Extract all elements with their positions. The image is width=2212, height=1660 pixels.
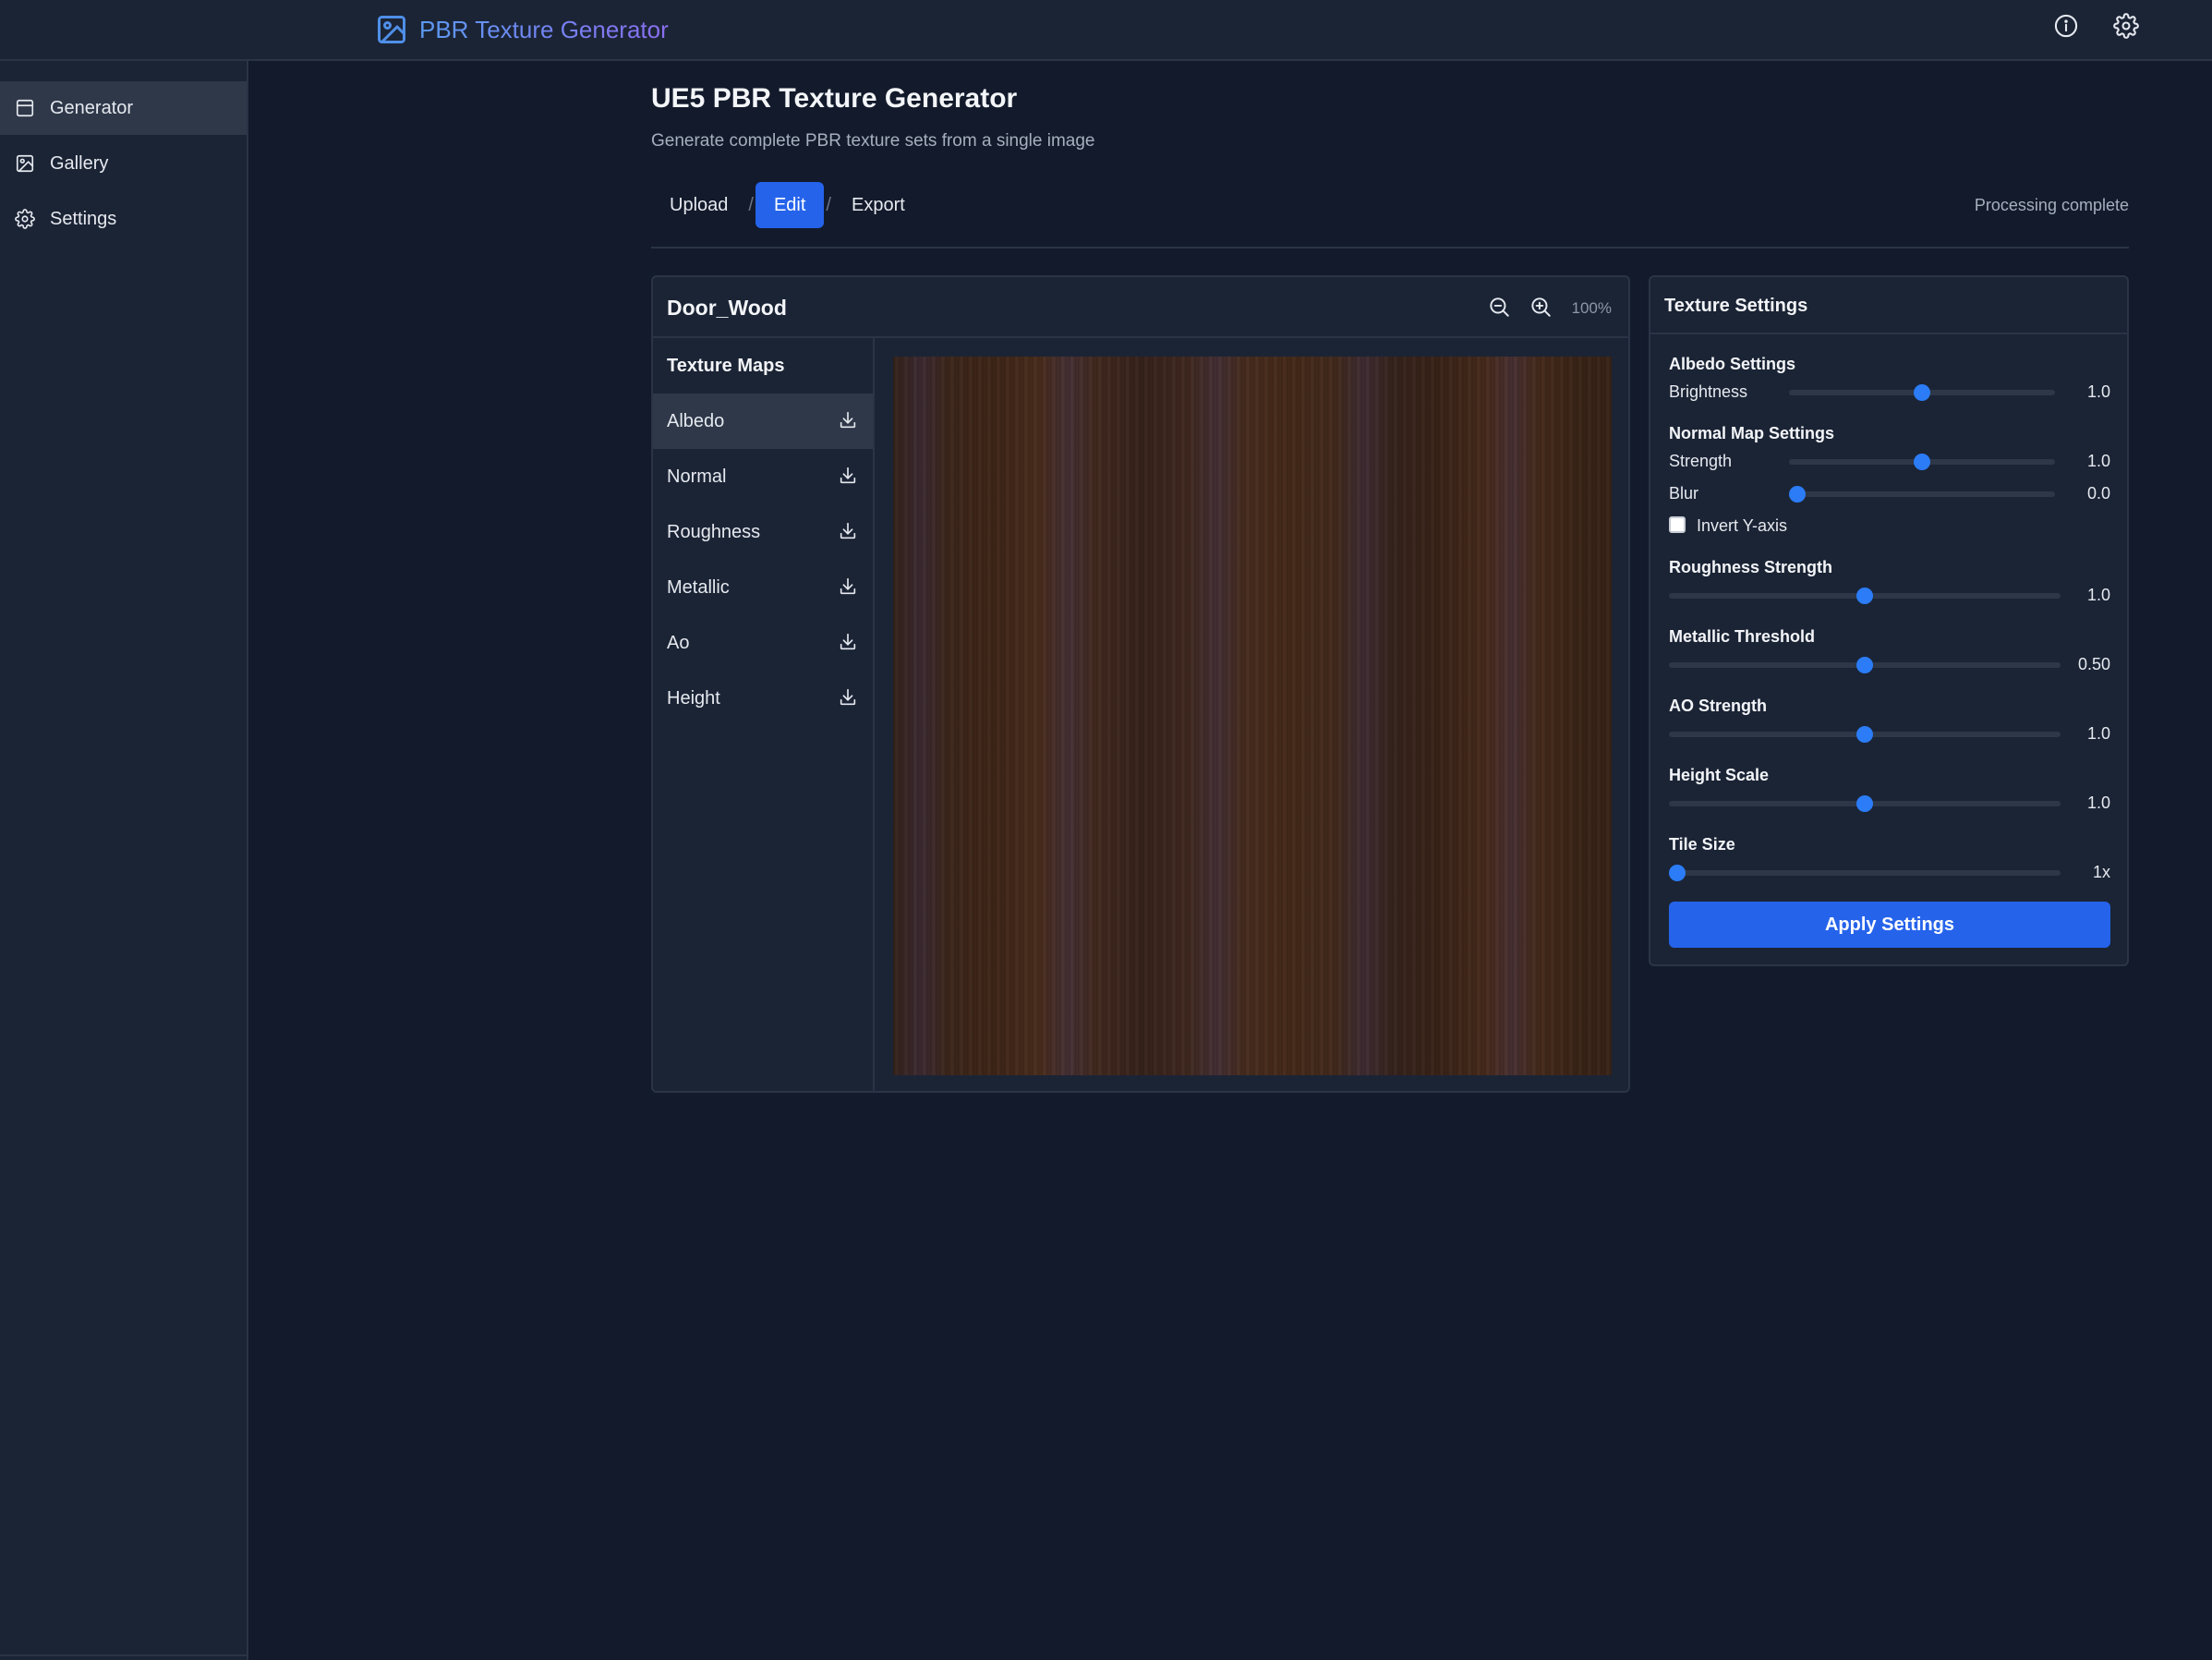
strength-label: Strength xyxy=(1669,452,1733,470)
download-icon[interactable] xyxy=(838,410,858,430)
normal-strength-value: 1.0 xyxy=(2086,452,2110,470)
step-separator: / xyxy=(826,194,831,215)
app-title: PBR Texture Generator xyxy=(419,15,669,43)
map-item-label: Normal xyxy=(667,466,727,487)
step-breadcrumb: Upload / Edit / Export xyxy=(651,182,924,228)
height-slider[interactable] xyxy=(1669,795,2061,812)
slider-thumb[interactable] xyxy=(1789,486,1806,503)
blur-slider[interactable] xyxy=(1789,486,2055,503)
gear-icon[interactable] xyxy=(2113,13,2139,39)
blur-label: Blur xyxy=(1669,484,1699,503)
layout-icon xyxy=(16,99,34,117)
slider-thumb[interactable] xyxy=(1856,795,1873,812)
map-item-ao[interactable]: Ao xyxy=(653,615,873,671)
apply-settings-button[interactable]: Apply Settings xyxy=(1669,902,2110,948)
sidebar-item-gallery[interactable]: Gallery xyxy=(0,137,247,190)
section-divider xyxy=(651,247,2129,248)
brightness-slider[interactable] xyxy=(1789,384,2055,401)
slider-thumb[interactable] xyxy=(1914,384,1930,401)
texture-settings-panel: Texture Settings Albedo Settings Brightn… xyxy=(1649,275,2129,966)
brightness-value: 1.0 xyxy=(2086,382,2110,401)
tile-size-value: 1x xyxy=(2092,863,2110,881)
slider-thumb[interactable] xyxy=(1856,588,1873,604)
zoom-level: 100% xyxy=(1571,299,1612,317)
slider-thumb[interactable] xyxy=(1914,454,1930,470)
slider-thumb[interactable] xyxy=(1856,657,1873,673)
image-icon xyxy=(16,154,34,173)
height-heading: Height Scale xyxy=(1669,766,1770,784)
top-bar: PBR Texture Generator xyxy=(0,0,2212,61)
sidebar-item-label: Gallery xyxy=(50,152,109,174)
viewer-header: Door_Wood 100% xyxy=(653,277,1628,338)
page-title: UE5 PBR Texture Generator xyxy=(651,83,1018,114)
roughness-slider[interactable] xyxy=(1669,588,2061,604)
map-item-label: Ao xyxy=(667,632,690,653)
map-item-label: Height xyxy=(667,687,720,709)
zoom-in-icon[interactable] xyxy=(1529,295,1554,321)
maps-heading: Texture Maps xyxy=(667,356,785,376)
settings-title: Texture Settings xyxy=(1664,296,1808,316)
brightness-label: Brightness xyxy=(1669,382,1748,401)
sidebar-item-generator[interactable]: Generator xyxy=(0,81,247,135)
ao-value: 1.0 xyxy=(2086,724,2110,743)
download-icon[interactable] xyxy=(838,466,858,486)
step-separator: / xyxy=(748,194,754,215)
sidebar-item-label: Settings xyxy=(50,208,117,229)
download-icon[interactable] xyxy=(838,687,858,708)
status-text: Processing complete xyxy=(1974,196,2129,214)
map-item-label: Albedo xyxy=(667,410,725,431)
slider-thumb[interactable] xyxy=(1669,865,1686,881)
metallic-slider[interactable] xyxy=(1669,657,2061,673)
sidebar-item-label: Generator xyxy=(50,97,134,118)
texture-viewer: Door_Wood 100% Texture Maps Albedo Norma… xyxy=(651,275,1630,1093)
normal-settings-heading: Normal Map Settings xyxy=(1669,424,1835,442)
sidebar-item-settings[interactable]: Settings xyxy=(0,192,247,246)
map-item-normal[interactable]: Normal xyxy=(653,449,873,504)
step-upload[interactable]: Upload xyxy=(651,182,746,228)
map-item-label: Roughness xyxy=(667,521,761,542)
tile-size-heading: Tile Size xyxy=(1669,835,1735,854)
download-icon[interactable] xyxy=(838,576,858,597)
roughness-value: 1.0 xyxy=(2086,586,2110,604)
normal-strength-slider[interactable] xyxy=(1789,454,2055,470)
image-icon xyxy=(375,13,408,46)
page-subtitle: Generate complete PBR texture sets from … xyxy=(651,131,1095,151)
slider-thumb[interactable] xyxy=(1856,726,1873,743)
sidebar: Generator Gallery Settings xyxy=(0,61,248,1660)
map-item-roughness[interactable]: Roughness xyxy=(653,504,873,560)
gear-icon xyxy=(15,209,35,229)
step-export[interactable]: Export xyxy=(833,182,924,228)
map-item-height[interactable]: Height xyxy=(653,671,873,726)
settings-header: Texture Settings xyxy=(1650,277,2127,334)
brand[interactable]: PBR Texture Generator xyxy=(375,11,669,48)
tile-size-slider[interactable] xyxy=(1669,865,2061,881)
invert-y-checkbox[interactable] xyxy=(1669,516,1686,533)
map-item-label: Metallic xyxy=(667,576,730,598)
metallic-value: 0.50 xyxy=(2077,655,2110,673)
ao-slider[interactable] xyxy=(1669,726,2061,743)
ao-heading: AO Strength xyxy=(1669,697,1767,715)
metallic-heading: Metallic Threshold xyxy=(1669,627,1816,646)
roughness-heading: Roughness Strength xyxy=(1669,558,1833,576)
blur-value: 0.0 xyxy=(2086,484,2110,503)
texture-name: Door_Wood xyxy=(667,296,787,320)
albedo-settings-heading: Albedo Settings xyxy=(1669,355,1796,373)
height-value: 1.0 xyxy=(2086,794,2110,812)
zoom-out-icon[interactable] xyxy=(1487,295,1513,321)
sidebar-footer-divider xyxy=(0,1654,247,1660)
texture-maps-list: Texture Maps Albedo Normal Roughness Met… xyxy=(653,338,875,1091)
download-icon[interactable] xyxy=(838,521,858,541)
invert-y-label: Invert Y-axis xyxy=(1697,516,1788,535)
download-icon[interactable] xyxy=(838,632,858,652)
map-item-metallic[interactable]: Metallic xyxy=(653,560,873,615)
info-icon[interactable] xyxy=(2053,13,2079,39)
texture-preview-image[interactable] xyxy=(893,357,1612,1075)
step-edit[interactable]: Edit xyxy=(755,182,825,228)
map-item-albedo[interactable]: Albedo xyxy=(653,394,873,449)
